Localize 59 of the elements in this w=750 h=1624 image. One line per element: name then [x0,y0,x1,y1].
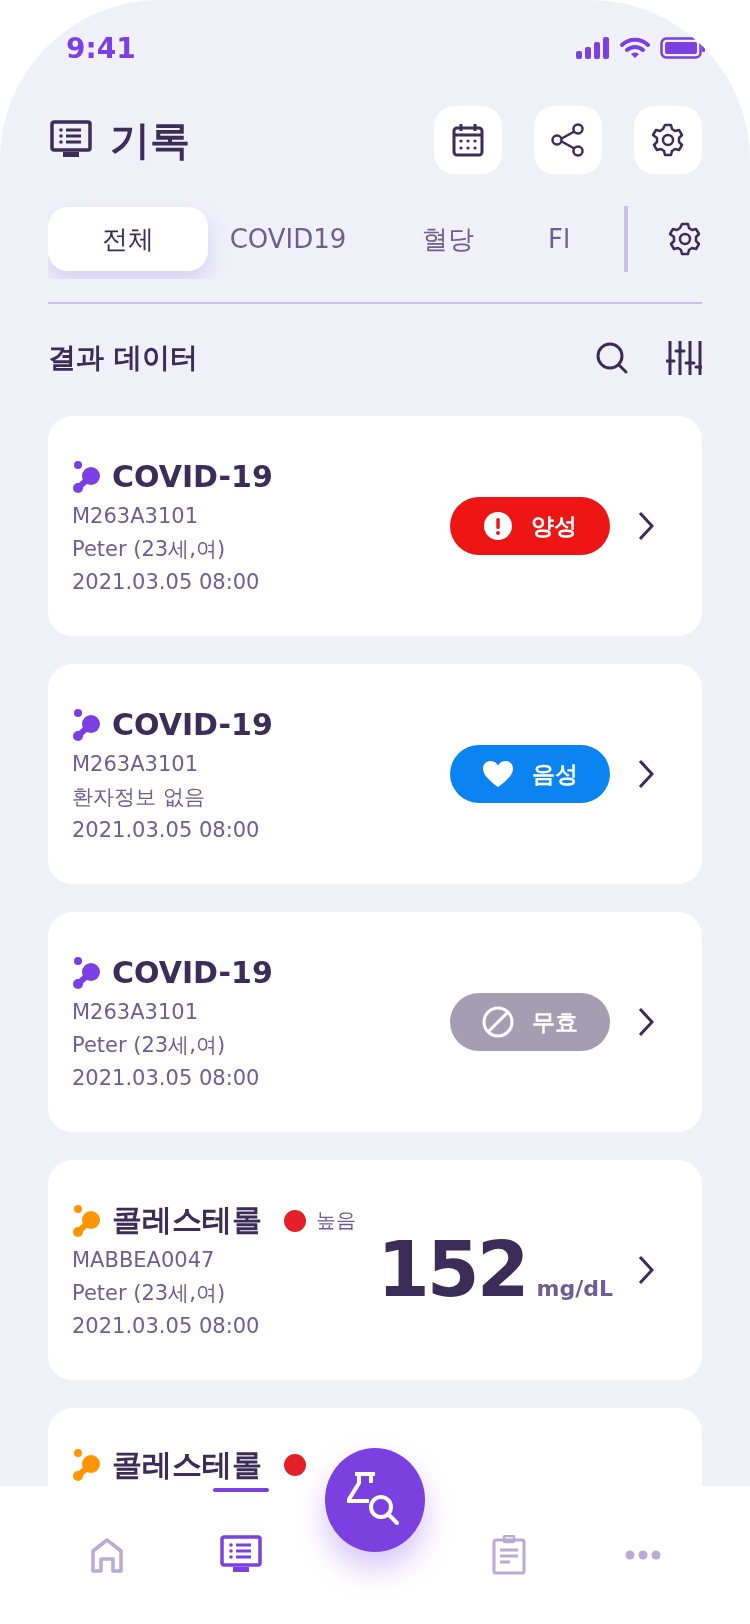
card-title: 콜레스테롤 [112,1201,262,1239]
settings-icon[interactable] [668,222,702,256]
list-icon [50,120,92,160]
filter-tab[interactable]: Fl [538,207,584,271]
share-icon [550,122,586,158]
chevron-right-icon [638,1255,654,1285]
level-label: 높음 [316,1207,356,1234]
result-badge: 양성 [450,497,610,555]
sample-code: M263A3101 [72,750,199,778]
signal-icon [576,37,610,59]
settings-button[interactable] [634,106,702,174]
measurement-unit: mg/dL [536,1276,614,1301]
battery-icon [660,37,706,59]
test-datetime: 2021.03.05 08:00 [72,1064,261,1092]
test-datetime: 2021.03.05 08:00 [72,568,261,596]
chevron-right-icon [638,511,654,541]
result-card[interactable]: COVID-19 M263A3101 환자정보 없음 2021.03.05 08:00 음성 [48,664,702,884]
card-title: COVID-19 [112,707,273,742]
filter-tab[interactable]: COVID19 [208,207,368,271]
sample-code: MABBEA0047 [72,1246,216,1274]
card-title: 콜레스테롤 [112,1445,262,1484]
active-indicator [213,1488,269,1492]
list-icon[interactable] [220,1535,262,1575]
test-datetime: 2021.03.05 08:00 [72,1312,261,1340]
sample-code: M263A3101 [72,998,199,1026]
status-time: 9:41 [66,31,136,65]
result-card[interactable]: 콜레스테롤 [48,1408,702,1488]
result-card[interactable]: COVID-19 M263A3101 Peter (23세,여) 2021.03.05 08:00 무효 [48,912,702,1132]
wifi-icon [620,37,650,59]
card-title: COVID-19 [112,459,273,494]
filter-tab[interactable]: 전체 [48,207,208,271]
clipboard-icon[interactable] [492,1535,526,1575]
result-badge: 무효 [450,993,610,1051]
patient-info: Peter (23세,여) [72,1279,227,1307]
scan-button[interactable] [325,1448,425,1552]
prohibited-icon [482,1006,514,1038]
section-title: 결과 데이터 [48,340,198,376]
chevron-right-icon [638,759,654,789]
card-title: COVID-19 [112,955,273,990]
filter-icon[interactable] [666,341,702,375]
result-card[interactable]: 콜레스테롤 높음 MABBEA0047 Peter (23세,여) 2021.03.05 08:00 152 mg/dL [48,1160,702,1380]
patient-info: Peter (23세,여) [72,535,227,563]
share-button[interactable] [534,106,602,174]
calendar-button[interactable] [434,106,502,174]
page-title: 기록 [110,115,190,165]
filter-tab[interactable]: 혈당 [368,207,528,271]
alert-icon [483,511,513,541]
measurement-value: 152 [376,1232,527,1308]
calendar-icon [452,123,484,157]
patient-info: 환자정보 없음 [72,783,206,811]
chevron-right-icon [638,1007,654,1037]
sample-code: M263A3101 [72,502,199,530]
search-icon[interactable] [596,342,628,374]
result-badge: 음성 [450,745,610,803]
patient-info: Peter (23세,여) [72,1031,227,1059]
heart-icon [482,760,514,788]
test-datetime: 2021.03.05 08:00 [72,816,261,844]
result-card[interactable]: COVID-19 M263A3101 Peter (23세,여) 2021.03.05 08:00 양성 [48,416,702,636]
settings-icon [651,123,685,157]
